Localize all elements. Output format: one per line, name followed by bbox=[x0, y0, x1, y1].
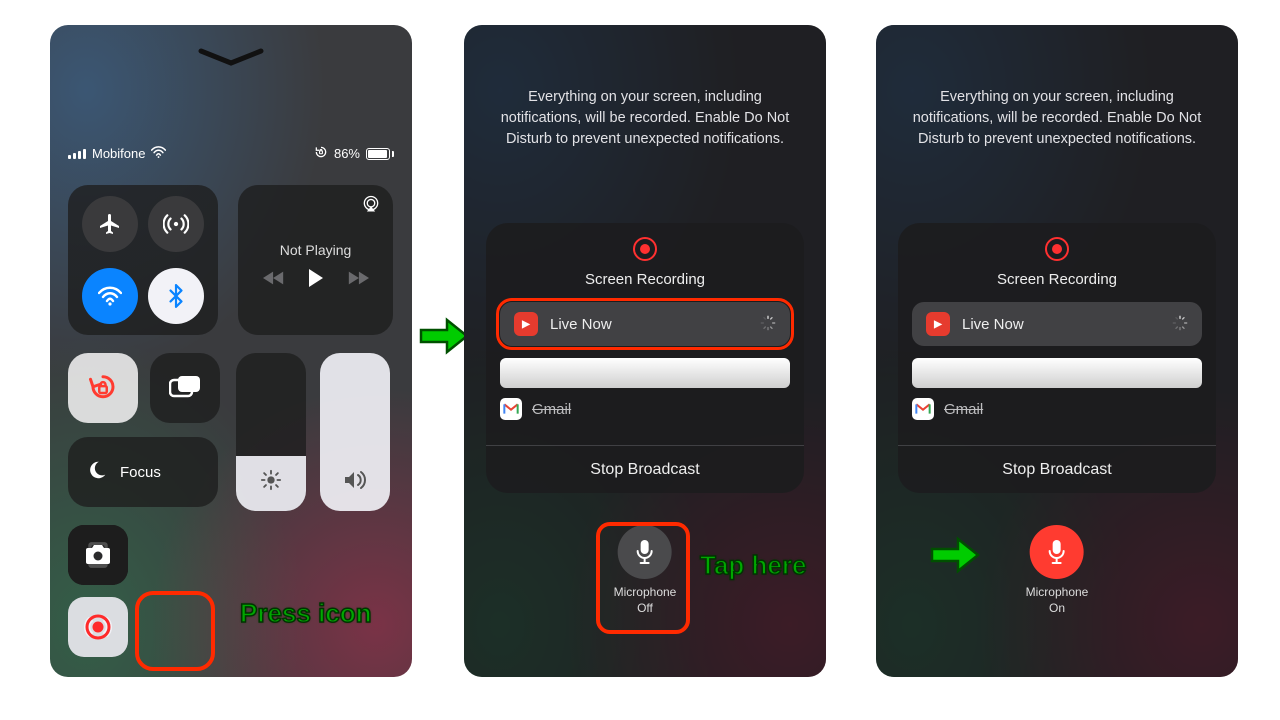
gmail-app-icon bbox=[500, 398, 522, 420]
mic-state: On bbox=[1026, 601, 1089, 617]
rewind-icon[interactable] bbox=[263, 270, 285, 291]
live-now-app-icon: ▶ bbox=[514, 312, 538, 336]
wifi-toggle[interactable] bbox=[82, 268, 138, 324]
recording-message: Everything on your screen, including not… bbox=[494, 87, 796, 150]
mic-label: Microphone bbox=[1026, 585, 1089, 601]
annotation-press-icon: Press icon bbox=[240, 598, 372, 629]
volume-slider[interactable] bbox=[320, 353, 390, 511]
now-playing-label: Not Playing bbox=[280, 242, 352, 258]
screen-recording-button[interactable] bbox=[68, 597, 128, 657]
cellular-data-toggle[interactable] bbox=[148, 196, 204, 252]
annotation-tap-here: Tap here bbox=[700, 550, 806, 581]
connectivity-cluster bbox=[68, 185, 218, 335]
mic-state: Off bbox=[614, 601, 677, 617]
screen-mirroring-button[interactable] bbox=[150, 353, 220, 423]
volume-icon bbox=[343, 469, 367, 497]
brightness-slider[interactable] bbox=[236, 353, 306, 511]
battery-pct-label: 86% bbox=[334, 146, 360, 161]
cellular-signal-icon bbox=[68, 149, 86, 159]
now-playing-tile[interactable]: Not Playing bbox=[238, 185, 393, 335]
app-row-gmail[interactable]: Gmail bbox=[500, 398, 790, 420]
microphone-toggle[interactable] bbox=[618, 525, 672, 579]
stop-broadcast-button[interactable]: Stop Broadcast bbox=[486, 445, 804, 493]
play-icon[interactable] bbox=[307, 268, 325, 293]
gmail-app-icon bbox=[912, 398, 934, 420]
loading-spinner-icon bbox=[760, 315, 776, 334]
app-row-blank[interactable] bbox=[500, 358, 790, 388]
mic-label: Microphone bbox=[614, 585, 677, 601]
arrow-to-phone2 bbox=[419, 316, 469, 356]
phone-control-center: Mobifone 86% bbox=[50, 25, 412, 677]
bluetooth-toggle[interactable] bbox=[148, 268, 204, 324]
app-row-live-now[interactable]: ▶ Live Now bbox=[912, 302, 1202, 346]
camera-button[interactable] bbox=[68, 525, 128, 585]
recording-message: Everything on your screen, including not… bbox=[906, 87, 1208, 150]
airplane-mode-toggle[interactable] bbox=[82, 196, 138, 252]
fast-forward-icon[interactable] bbox=[347, 270, 369, 291]
microphone-toggle[interactable] bbox=[1030, 525, 1084, 579]
moon-icon bbox=[86, 459, 108, 485]
app-label: Gmail bbox=[944, 401, 983, 418]
broadcast-sheet: Screen Recording ▶ Live Now Gmail Stop B… bbox=[898, 223, 1216, 493]
app-label: Live Now bbox=[962, 316, 1024, 333]
app-row-live-now[interactable]: ▶ Live Now bbox=[500, 302, 790, 346]
sheet-title: Screen Recording bbox=[585, 271, 705, 288]
record-icon bbox=[633, 237, 657, 261]
status-bar: Mobifone 86% bbox=[68, 145, 394, 162]
focus-label: Focus bbox=[120, 464, 161, 481]
focus-button[interactable]: Focus bbox=[68, 437, 218, 507]
arrow-to-mic-on bbox=[925, 535, 985, 575]
stop-broadcast-button[interactable]: Stop Broadcast bbox=[898, 445, 1216, 493]
airplay-icon[interactable] bbox=[361, 195, 381, 218]
wifi-icon bbox=[151, 146, 166, 161]
app-row-gmail[interactable]: Gmail bbox=[912, 398, 1202, 420]
app-label: Live Now bbox=[550, 316, 612, 333]
brightness-icon bbox=[260, 469, 282, 497]
broadcast-sheet: Screen Recording ▶ Live Now Gmail Stop B… bbox=[486, 223, 804, 493]
app-label: Gmail bbox=[532, 401, 571, 418]
record-icon bbox=[1045, 237, 1069, 261]
sheet-title: Screen Recording bbox=[997, 271, 1117, 288]
app-row-blank[interactable] bbox=[912, 358, 1202, 388]
battery-icon bbox=[366, 148, 394, 160]
loading-spinner-icon bbox=[1172, 315, 1188, 334]
orientation-lock-toggle[interactable] bbox=[68, 353, 138, 423]
carrier-label: Mobifone bbox=[92, 146, 145, 161]
grabber-chevron[interactable] bbox=[171, 37, 291, 157]
phone-broadcast-mic-on: Everything on your screen, including not… bbox=[876, 25, 1238, 677]
orientation-lock-status-icon bbox=[314, 145, 328, 162]
live-now-app-icon: ▶ bbox=[926, 312, 950, 336]
